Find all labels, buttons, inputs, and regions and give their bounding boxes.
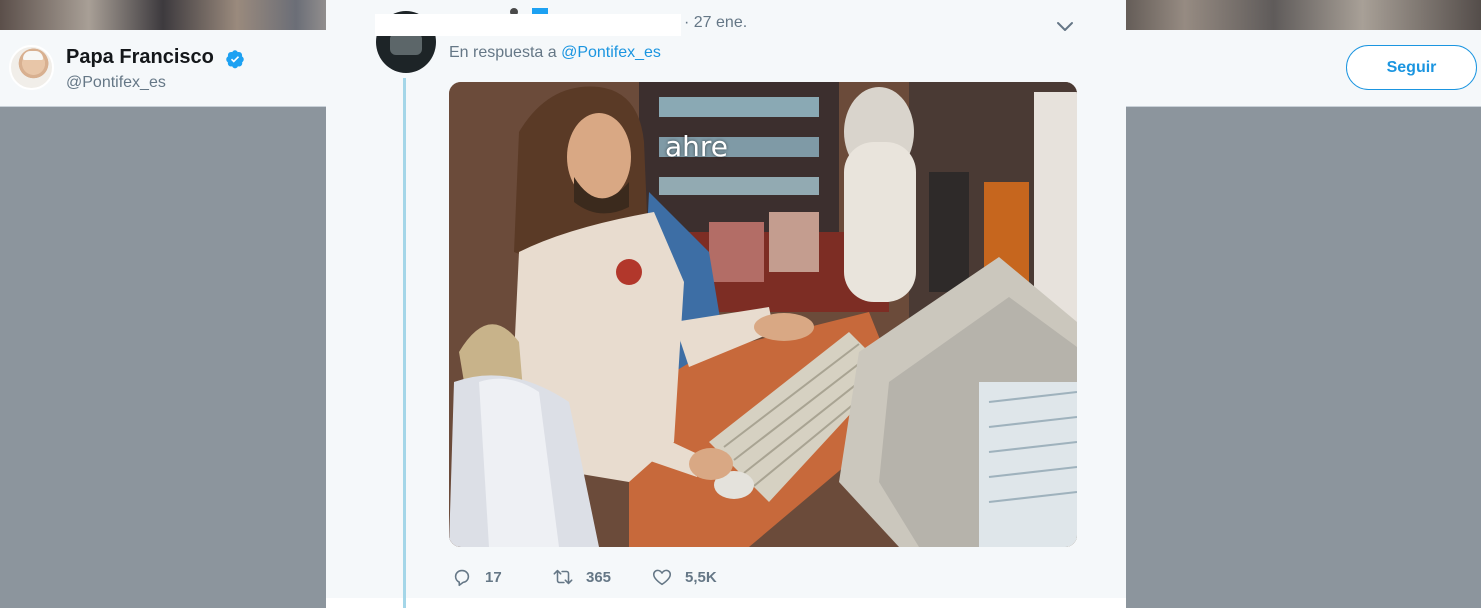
profile-avatar[interactable] [9, 45, 54, 90]
like-count: 5,5K [685, 568, 717, 586]
author-name-redaction [375, 14, 681, 36]
heart-icon [652, 569, 672, 586]
tweet-modal: · 27 ene. En respuesta a @Pontifex_es ah… [326, 0, 1126, 608]
follow-button[interactable]: Seguir [1346, 45, 1477, 90]
tweet-timestamp[interactable]: · 27 ene. [684, 14, 747, 32]
meme-image-illustration [449, 82, 1077, 547]
meme-caption: ahre [665, 130, 729, 163]
retweet-count: 365 [586, 568, 612, 586]
like-button[interactable]: 5,5K [651, 564, 717, 590]
profile-handle[interactable]: @Pontifex_es [66, 74, 166, 92]
profile-name[interactable]: Papa Francisco [66, 46, 214, 69]
retweet-button[interactable]: 365 [552, 564, 611, 590]
reply-context: En respuesta a @Pontifex_es [449, 44, 661, 62]
thread-connector-line [403, 78, 406, 608]
reply-icon [454, 569, 470, 587]
tweet-media-image[interactable]: ahre [449, 82, 1077, 547]
retweet-icon [553, 569, 573, 585]
reply-handle-link[interactable]: @Pontifex_es [561, 44, 661, 61]
verified-badge-icon [226, 50, 244, 69]
chevron-down-icon[interactable] [1055, 16, 1075, 36]
tweet-divider [326, 598, 1126, 608]
reply-count: 17 [485, 568, 502, 586]
reply-button[interactable]: 17 [451, 564, 502, 590]
reply-prefix: En respuesta a [449, 44, 562, 61]
